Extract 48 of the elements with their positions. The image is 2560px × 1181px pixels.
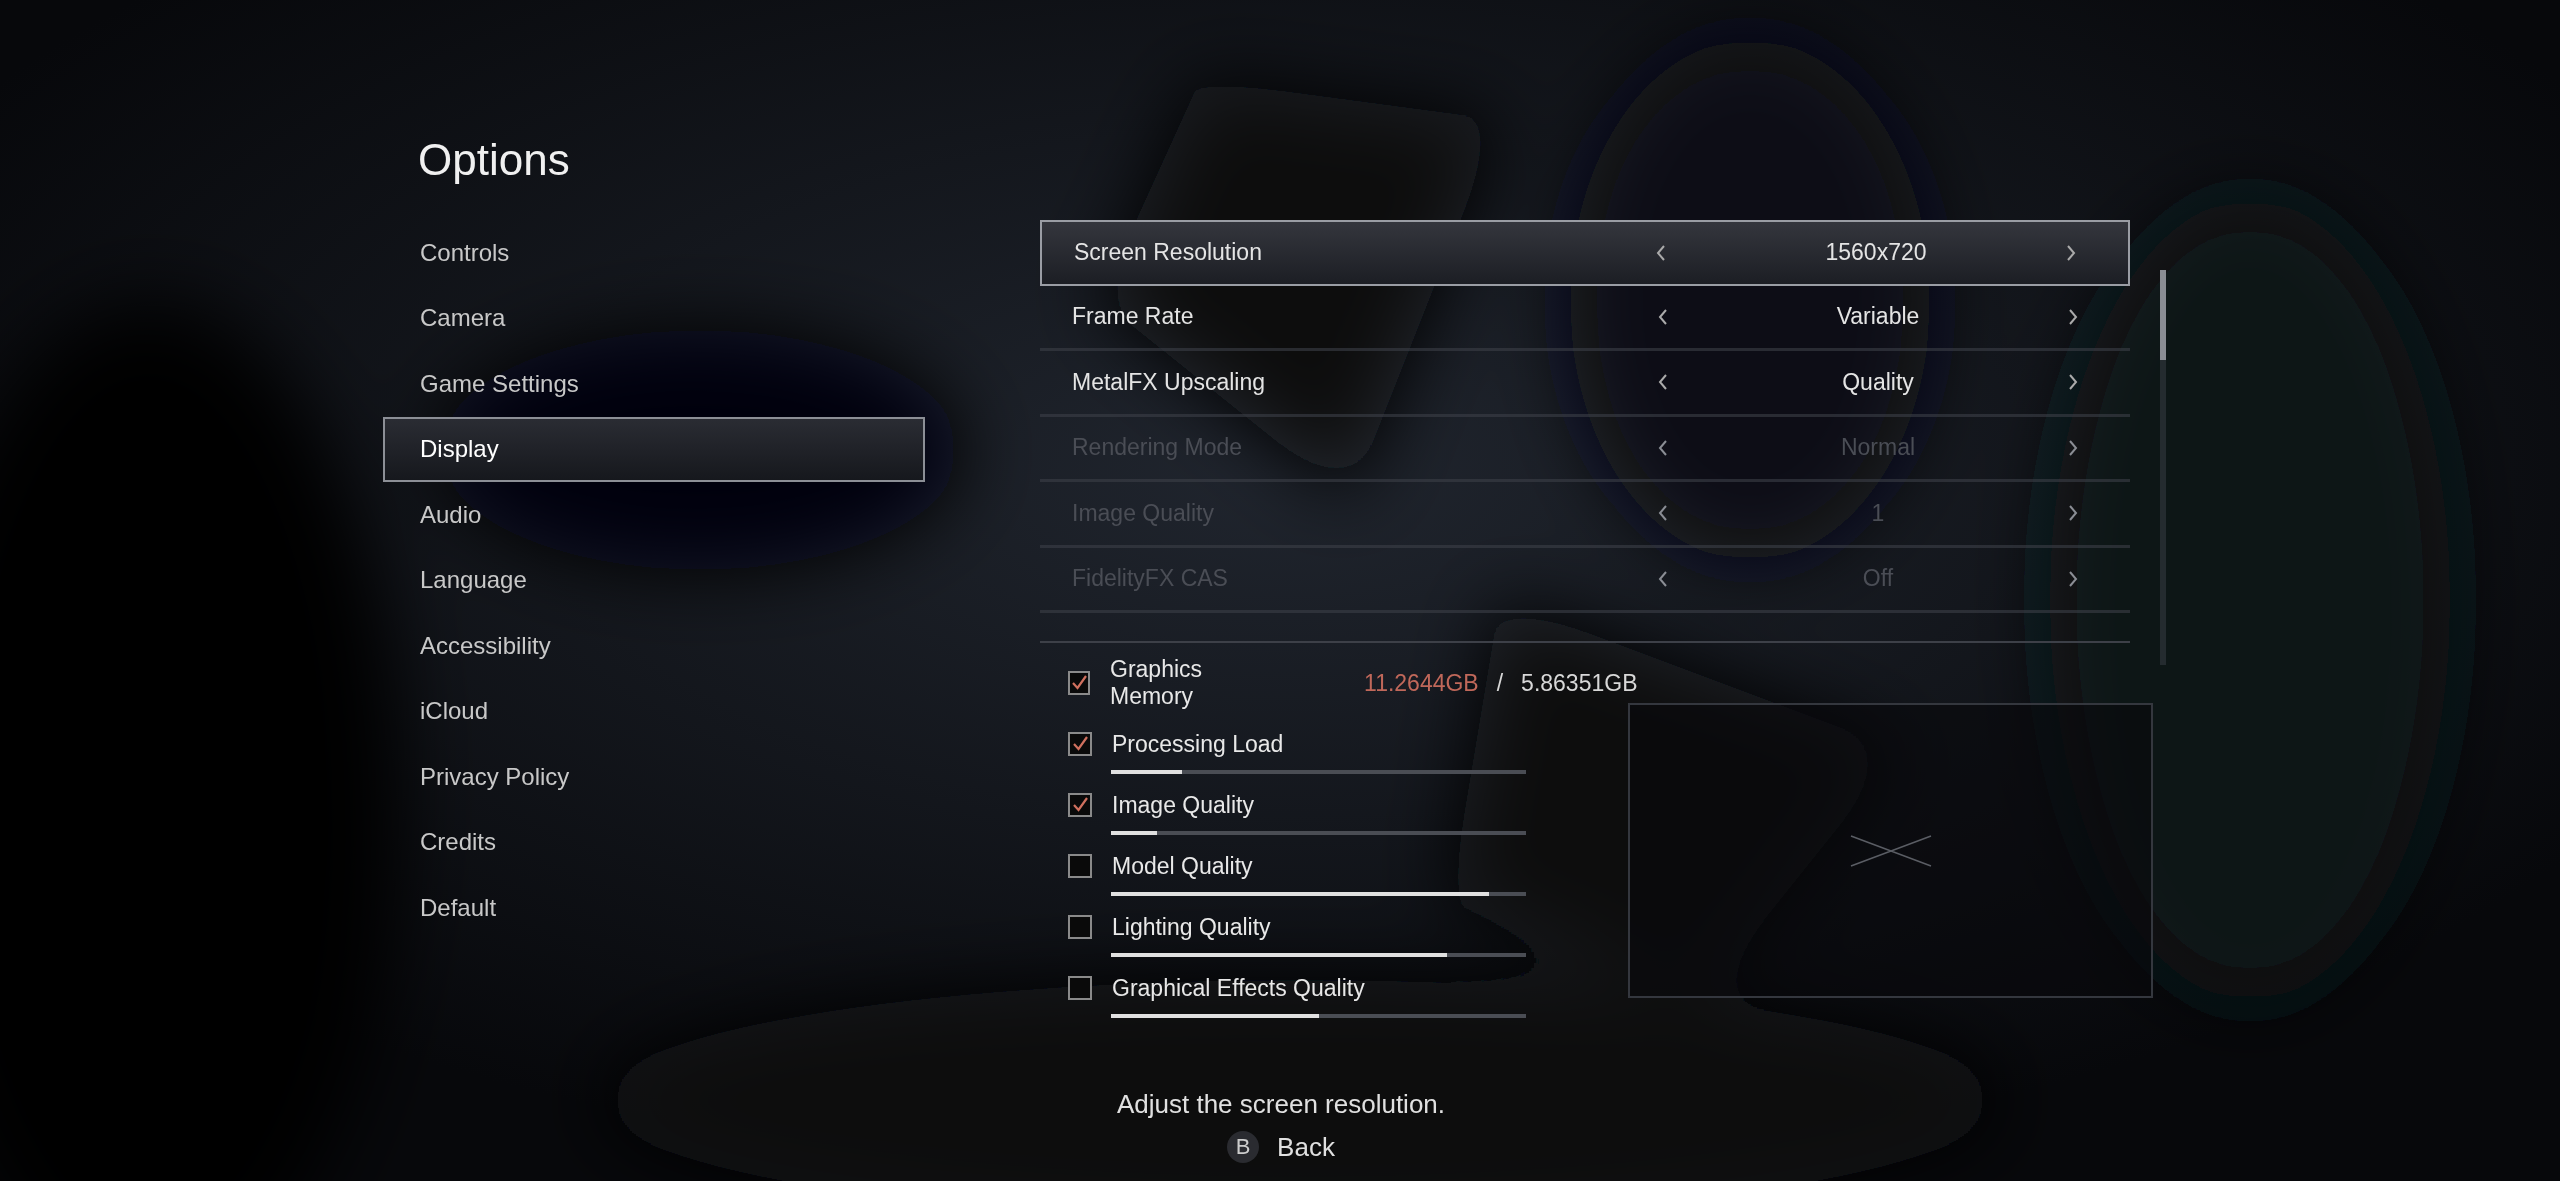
page-title: Options: [417, 134, 571, 186]
memory-used: 11.2644GB: [1364, 669, 1479, 697]
checkbox-label: Processing Load: [1112, 730, 1284, 758]
setting-value: Variable: [1835, 303, 1921, 331]
chevron-left-icon[interactable]: [1656, 244, 1666, 261]
menu-item[interactable]: Default: [383, 875, 925, 941]
chevron-right-icon[interactable]: [2066, 244, 2076, 261]
setting-value: Normal: [1839, 434, 1917, 462]
setting-value: Off: [1861, 565, 1895, 593]
checkbox[interactable]: [1068, 671, 1090, 695]
menu-item[interactable]: Camera: [383, 285, 925, 351]
memory-separator: /: [1496, 669, 1504, 697]
setting-row[interactable]: Frame Rate Variable: [1040, 285, 2130, 351]
help-text: Adjust the screen resolution.: [1116, 1089, 1446, 1120]
memory-total: 5.86351GB: [1521, 669, 1638, 697]
setting-label: Frame Rate: [1072, 303, 1195, 331]
setting-value: Quality: [1841, 368, 1915, 396]
menu-item[interactable]: Audio: [383, 482, 925, 548]
checkbox-label: Graphical Effects Quality: [1112, 974, 1365, 1002]
setting-value: 1560x720: [1824, 239, 1928, 267]
checkbox[interactable]: [1068, 915, 1092, 939]
setting-label: Screen Resolution: [1074, 239, 1263, 267]
menu-item[interactable]: Display: [383, 416, 925, 482]
chevron-left-icon[interactable]: [1658, 308, 1668, 325]
setting-value: 1: [1870, 499, 1886, 527]
chevron-right-icon[interactable]: [2068, 374, 2078, 391]
menu-item[interactable]: iCloud: [383, 678, 925, 744]
scrollbar[interactable]: [2160, 270, 2166, 665]
menu-item[interactable]: Controls: [383, 220, 925, 286]
checkbox-label: Lighting Quality: [1112, 913, 1271, 941]
menu-item[interactable]: Language: [383, 547, 925, 613]
setting-label: MetalFX Upscaling: [1072, 368, 1267, 396]
checkbox[interactable]: [1068, 793, 1092, 817]
menu-item[interactable]: Privacy Policy: [383, 744, 925, 810]
checkbox[interactable]: [1068, 732, 1092, 756]
chevron-left-icon[interactable]: [1658, 374, 1668, 391]
checkbox[interactable]: [1068, 854, 1092, 878]
checkbox-label: Image Quality: [1112, 791, 1254, 819]
checkbox[interactable]: [1068, 976, 1092, 1000]
menu-item[interactable]: Game Settings: [383, 351, 925, 417]
setting-row[interactable]: MetalFX Upscaling Quality: [1040, 351, 2130, 417]
chevron-right-icon[interactable]: [2068, 308, 2078, 325]
menu-item[interactable]: Accessibility: [383, 613, 925, 679]
checkbox-label: Graphics Memory: [1110, 656, 1204, 710]
checkbox-label: Model Quality: [1112, 852, 1253, 880]
setting-row[interactable]: Screen Resolution 1560x720: [1040, 220, 2130, 286]
menu-item[interactable]: Credits: [383, 809, 925, 875]
back-button[interactable]: B Back: [1221, 1130, 1341, 1164]
